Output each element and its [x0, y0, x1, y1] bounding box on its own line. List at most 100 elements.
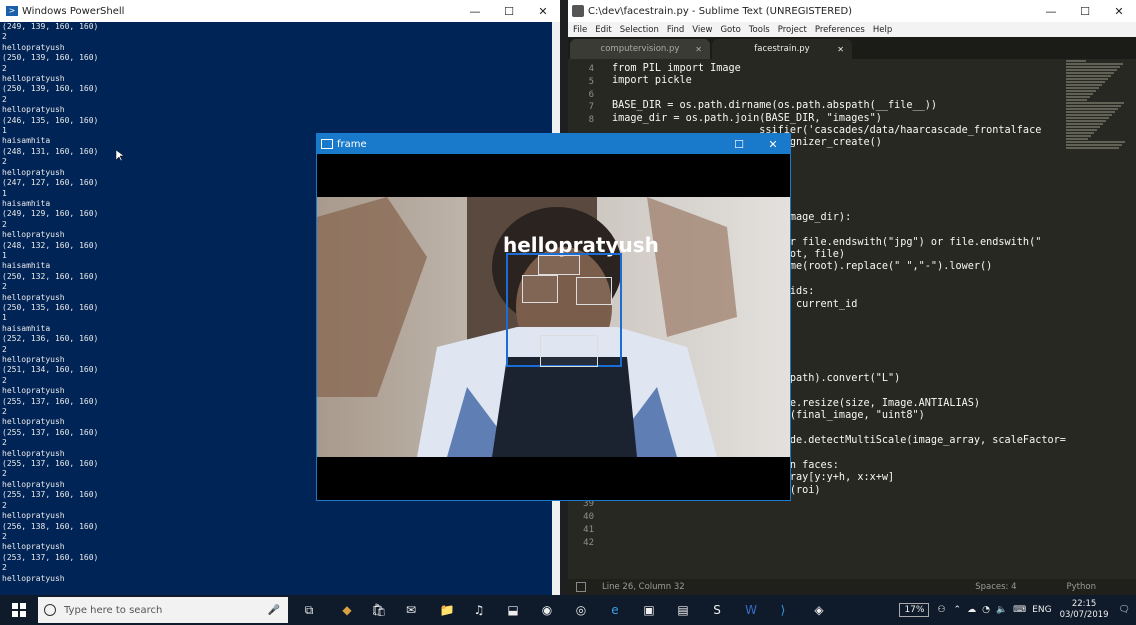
- store-icon[interactable]: 🛍: [368, 599, 390, 621]
- smile-detection-box: [540, 335, 598, 367]
- tab-close-icon[interactable]: ✕: [695, 45, 702, 54]
- menu-view[interactable]: View: [692, 25, 712, 35]
- code-line: from PIL import Image: [612, 63, 741, 74]
- console-line: (246, 135, 160, 160): [2, 115, 99, 125]
- line-number: 42: [583, 537, 594, 548]
- minimap-line: [1066, 108, 1118, 110]
- menu-tools[interactable]: Tools: [749, 25, 770, 35]
- sublime-taskbar-icon[interactable]: S: [706, 599, 728, 621]
- minimize-icon[interactable]: —: [458, 0, 492, 22]
- menu-project[interactable]: Project: [778, 25, 807, 35]
- chrome-icon[interactable]: ◉: [536, 599, 558, 621]
- minimap-line: [1066, 123, 1103, 125]
- battery-indicator[interactable]: 17%: [899, 603, 930, 617]
- keyboard-icon[interactable]: ⌨: [1013, 605, 1026, 615]
- console-line: hellopratyush: [2, 74, 65, 84]
- minimap-line: [1066, 81, 1105, 83]
- task-view-icon[interactable]: ⧉: [298, 599, 320, 621]
- console-line: (253, 137, 160, 160): [2, 552, 99, 562]
- menu-preferences[interactable]: Preferences: [815, 25, 865, 35]
- tab-computervision[interactable]: computervision.py ✕: [570, 39, 710, 59]
- minimap-line: [1066, 102, 1124, 104]
- clock-date: 03/07/2019: [1059, 610, 1109, 620]
- minimap-line: [1066, 63, 1123, 65]
- search-placeholder: Type here to search: [64, 604, 163, 616]
- menu-goto[interactable]: Goto: [720, 25, 740, 35]
- people-icon[interactable]: ⚇: [937, 605, 945, 615]
- line-number: 8: [588, 115, 594, 126]
- maximize-icon[interactable]: ☐: [1068, 0, 1102, 22]
- minimap-line: [1066, 78, 1108, 80]
- file-explorer-icon[interactable]: 📁: [436, 599, 458, 621]
- taskbar-search[interactable]: Type here to search 🎤: [38, 597, 288, 623]
- menu-edit[interactable]: Edit: [595, 25, 611, 35]
- close-icon[interactable]: ✕: [1102, 0, 1136, 22]
- line-number: 5: [588, 76, 594, 87]
- console-line: 2: [2, 63, 7, 73]
- eye-detection-box: [576, 277, 612, 305]
- app-icon[interactable]: ◎: [570, 599, 592, 621]
- line-number: 41: [583, 524, 594, 535]
- powershell-titlebar[interactable]: > Windows PowerShell — ☐ ✕: [0, 0, 560, 22]
- language-indicator[interactable]: ENG: [1032, 605, 1051, 615]
- console-line: (249, 139, 160, 160): [2, 22, 99, 31]
- line-number: 7: [588, 102, 594, 113]
- minimap-line: [1066, 147, 1119, 149]
- windows-logo-icon: [12, 603, 26, 617]
- tab-label: computervision.py: [600, 44, 680, 54]
- minimize-icon[interactable]: —: [1034, 0, 1068, 22]
- console-line: hellopratyush: [2, 511, 65, 521]
- app-icon[interactable]: ▣: [638, 599, 660, 621]
- tab-close-icon[interactable]: ✕: [837, 45, 844, 54]
- panel-toggle-icon[interactable]: [576, 582, 586, 592]
- close-icon[interactable]: ✕: [756, 134, 790, 154]
- status-syntax[interactable]: Python: [1067, 582, 1096, 592]
- music-icon[interactable]: ♫: [468, 599, 490, 621]
- minimap-line: [1066, 138, 1088, 140]
- eye-detection-box: [522, 275, 558, 303]
- tab-facestrain[interactable]: facestrain.py ✕: [712, 39, 852, 59]
- clock[interactable]: 22:15 03/07/2019: [1060, 599, 1109, 621]
- edge-icon[interactable]: e: [604, 599, 626, 621]
- menu-help[interactable]: Help: [873, 25, 892, 35]
- menu-find[interactable]: Find: [667, 25, 684, 35]
- wifi-icon[interactable]: ◔: [982, 605, 990, 615]
- clock-time: 22:15: [1071, 599, 1097, 609]
- face-detection-box: [506, 253, 622, 367]
- start-button[interactable]: [0, 595, 38, 625]
- word-icon[interactable]: W: [740, 599, 762, 621]
- minimap-line: [1066, 87, 1099, 89]
- mail-icon[interactable]: ✉: [400, 599, 422, 621]
- sublime-titlebar[interactable]: C:\dev\facestrain.py - Sublime Text (UNR…: [568, 0, 1136, 22]
- maximize-icon[interactable]: ☐: [722, 134, 756, 154]
- menu-selection[interactable]: Selection: [620, 25, 659, 35]
- line-number: 40: [583, 512, 594, 522]
- python-icon[interactable]: ◈: [808, 599, 830, 621]
- frame-titlebar[interactable]: frame ☐ ✕: [317, 134, 790, 154]
- app-icon[interactable]: ⬓: [502, 599, 524, 621]
- sublime-menubar: File Edit Selection Find View Goto Tools Projec…: [568, 22, 1136, 37]
- maximize-icon[interactable]: ☐: [492, 0, 526, 22]
- console-line: hellopratyush: [2, 42, 65, 52]
- menu-file[interactable]: File: [573, 25, 587, 35]
- status-spaces[interactable]: Spaces: 4: [975, 582, 1016, 592]
- line-number: 4: [588, 64, 594, 74]
- frame-window[interactable]: frame ☐ ✕ hellopratyush: [316, 133, 791, 501]
- app-icon[interactable]: ▤: [672, 599, 694, 621]
- eye-detection-box: [538, 255, 580, 275]
- sublime-icon: [572, 5, 584, 17]
- microphone-icon[interactable]: 🎤: [268, 605, 280, 616]
- minimap-line: [1066, 72, 1114, 74]
- chevron-up-icon[interactable]: ⌃: [954, 605, 962, 615]
- app-icon[interactable]: ◆: [336, 599, 358, 621]
- vscode-icon[interactable]: ⟩: [772, 599, 794, 621]
- mouse-cursor-icon: [116, 150, 124, 162]
- close-icon[interactable]: ✕: [526, 0, 560, 22]
- volume-icon[interactable]: 🔈: [996, 605, 1007, 615]
- status-position: Line 26, Column 32: [602, 582, 685, 592]
- minimap-line: [1066, 75, 1111, 77]
- minimap-line: [1066, 69, 1117, 71]
- notifications-icon[interactable]: 🗨: [1119, 605, 1130, 615]
- minimap[interactable]: [1066, 59, 1126, 159]
- app-tray-icon[interactable]: ☁: [967, 605, 976, 615]
